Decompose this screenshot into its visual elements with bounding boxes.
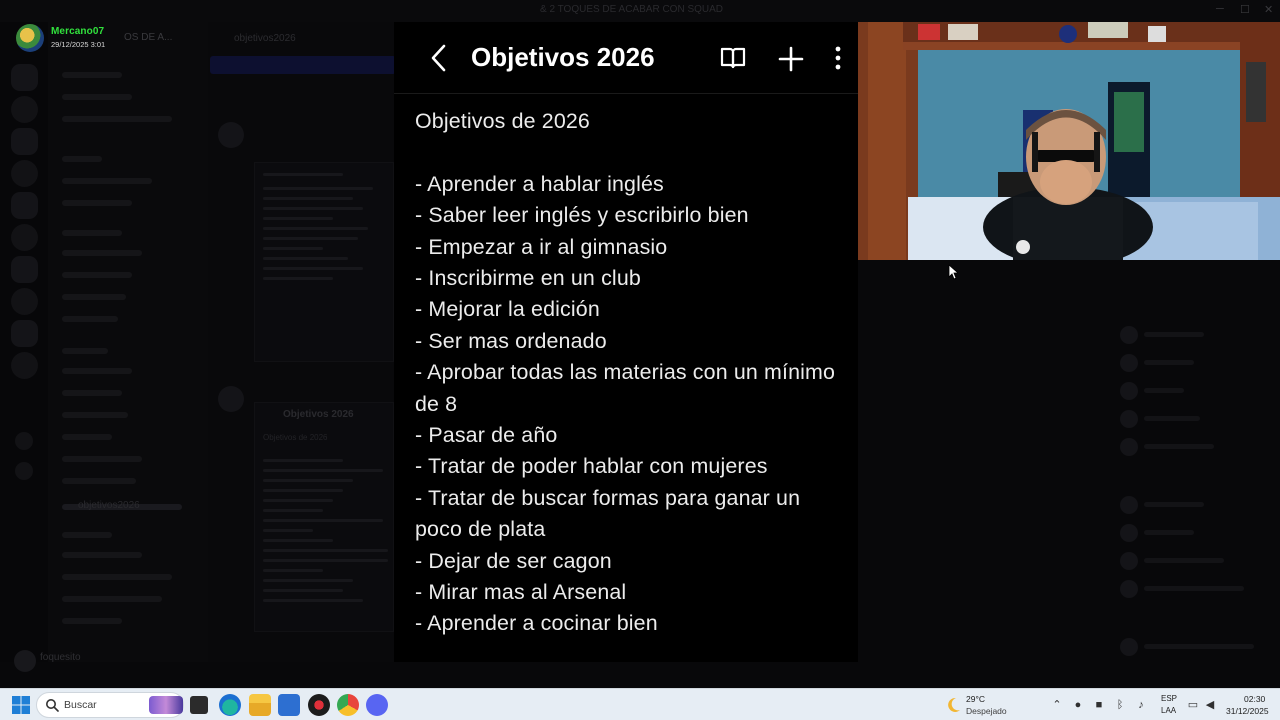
note-item: - Ser mas ordenado bbox=[415, 328, 607, 353]
search-placeholder: Buscar bbox=[64, 699, 97, 711]
server-icon[interactable] bbox=[11, 288, 38, 315]
channel-title: objetivos2026 bbox=[234, 33, 296, 44]
network-icon[interactable]: ▭ bbox=[1186, 698, 1200, 712]
plus-icon[interactable] bbox=[778, 46, 804, 72]
search-icon bbox=[46, 699, 59, 712]
clock-date[interactable]: 31/12/2025 bbox=[1226, 706, 1269, 716]
keyboard-layout[interactable]: LAA bbox=[1161, 706, 1176, 715]
microphone-icon[interactable]: ♪ bbox=[1134, 698, 1148, 712]
embedded-card-subtitle: Objetivos de 2026 bbox=[263, 433, 328, 442]
mouse-cursor-icon bbox=[948, 264, 958, 280]
notes-app: Objetivos 2026 Objetivos de 2026 - Apren… bbox=[394, 22, 858, 662]
server-icon[interactable] bbox=[11, 256, 38, 283]
windows-start-icon[interactable] bbox=[12, 696, 30, 714]
discord-icon[interactable] bbox=[366, 694, 388, 716]
note-item: - Tratar de buscar formas para ganar un … bbox=[415, 485, 801, 542]
server-name: OS DE A... bbox=[124, 32, 173, 43]
avatar[interactable] bbox=[218, 386, 244, 412]
window-title: & 2 TOQUES DE ACABAR CON SQUAD bbox=[540, 4, 724, 15]
chevron-up-icon[interactable]: ⌃ bbox=[1050, 698, 1064, 712]
tray-app-icon[interactable]: ■ bbox=[1092, 698, 1106, 712]
user-profile: Mercano07 29/12/2025 3:01 OS DE A... bbox=[14, 22, 214, 54]
chrome-icon[interactable] bbox=[337, 694, 359, 716]
file-explorer-icon[interactable] bbox=[249, 694, 271, 716]
taskbar-search[interactable]: Buscar bbox=[36, 692, 184, 718]
note-item: - Inscribirme en un club bbox=[415, 266, 641, 290]
avatar[interactable] bbox=[14, 650, 36, 672]
task-view-icon[interactable] bbox=[190, 696, 208, 714]
webcam-feed bbox=[858, 22, 1280, 260]
language-indicator[interactable]: ESP bbox=[1161, 694, 1177, 703]
note-item: - Mirar mas al Arsenal bbox=[415, 580, 627, 605]
maximize-icon[interactable]: ☐ bbox=[1240, 3, 1250, 16]
note-item: - Tratar de poder hablar con mujeres bbox=[415, 454, 768, 479]
tray-app-icon[interactable]: ● bbox=[1071, 698, 1085, 712]
server-rail bbox=[0, 22, 48, 662]
note-title: Objetivos 2026 bbox=[471, 42, 655, 72]
note-item: - Dejar de ser cagon bbox=[415, 548, 612, 573]
chat-area: objetivos2026 Objetivos 2026 Objetivos d… bbox=[208, 22, 398, 662]
taskbar: Buscar 29°C Despejado ⌃ ● ■ ᛒ ♪ ESP LAA … bbox=[0, 688, 1280, 720]
app-icon[interactable] bbox=[308, 694, 330, 716]
server-icon[interactable] bbox=[11, 64, 38, 91]
store-icon[interactable] bbox=[278, 694, 300, 716]
server-icon[interactable] bbox=[11, 160, 38, 187]
moon-icon bbox=[948, 697, 960, 712]
weather-temperature[interactable]: 29°C bbox=[966, 694, 985, 704]
server-icon[interactable] bbox=[11, 128, 38, 155]
window-titlebar: & 2 TOQUES DE ACABAR CON SQUAD ─ ☐ ✕ bbox=[0, 0, 1280, 22]
image-attachment[interactable]: Objetivos 2026 Objetivos de 2026 bbox=[254, 402, 394, 632]
server-icon[interactable] bbox=[11, 320, 38, 347]
add-server-icon[interactable] bbox=[15, 432, 33, 450]
note-heading: Objetivos de 2026 bbox=[415, 109, 590, 133]
search-highlight-image bbox=[149, 696, 183, 714]
weather-description[interactable]: Despejado bbox=[966, 706, 1007, 716]
username: Mercano07 bbox=[51, 26, 105, 37]
server-icon[interactable] bbox=[11, 192, 38, 219]
note-item: - Aprobar todas las materias con un míni… bbox=[415, 360, 836, 416]
image-attachment[interactable] bbox=[254, 162, 394, 362]
user-panel-name: foquesito bbox=[40, 652, 81, 663]
back-icon[interactable] bbox=[428, 42, 450, 74]
server-icon[interactable] bbox=[11, 224, 38, 251]
avatar[interactable] bbox=[16, 24, 44, 52]
server-icon[interactable] bbox=[11, 96, 38, 123]
note-item: - Empezar a ir al gimnasio bbox=[415, 234, 668, 259]
bluetooth-icon[interactable]: ᛒ bbox=[1113, 698, 1127, 712]
more-icon[interactable] bbox=[830, 44, 846, 72]
clock-time[interactable]: 02:30 bbox=[1244, 694, 1265, 704]
edge-icon[interactable] bbox=[219, 694, 241, 716]
member-list bbox=[1110, 260, 1280, 662]
note-item: - Aprender a hablar inglés bbox=[415, 171, 664, 196]
notes-header: Objetivos 2026 bbox=[394, 22, 858, 94]
channel-list: objetivos2026 bbox=[48, 22, 208, 662]
explore-icon[interactable] bbox=[15, 462, 33, 480]
notice-banner bbox=[210, 56, 396, 74]
close-icon[interactable]: ✕ bbox=[1264, 3, 1273, 16]
note-item: - Pasar de año bbox=[415, 423, 558, 448]
minimize-icon[interactable]: ─ bbox=[1216, 3, 1224, 15]
server-icon[interactable] bbox=[11, 352, 38, 379]
note-item: - Aprender a cocinar bien bbox=[415, 611, 658, 636]
post-timestamp: 29/12/2025 3:01 bbox=[51, 40, 106, 49]
volume-icon[interactable]: ◀ bbox=[1203, 698, 1217, 712]
book-icon[interactable] bbox=[720, 46, 746, 70]
embedded-card-title: Objetivos 2026 bbox=[283, 409, 354, 420]
avatar[interactable] bbox=[218, 122, 244, 148]
active-channel-label[interactable]: objetivos2026 bbox=[78, 500, 140, 511]
note-item: - Saber leer inglés y escribirlo bien bbox=[415, 203, 749, 228]
webcam-image bbox=[858, 22, 1280, 260]
note-item: - Mejorar la edición bbox=[415, 297, 600, 322]
note-body[interactable]: Objetivos de 2026 - Aprender a hablar in… bbox=[415, 106, 845, 640]
user-panel: foquesito bbox=[10, 648, 200, 678]
